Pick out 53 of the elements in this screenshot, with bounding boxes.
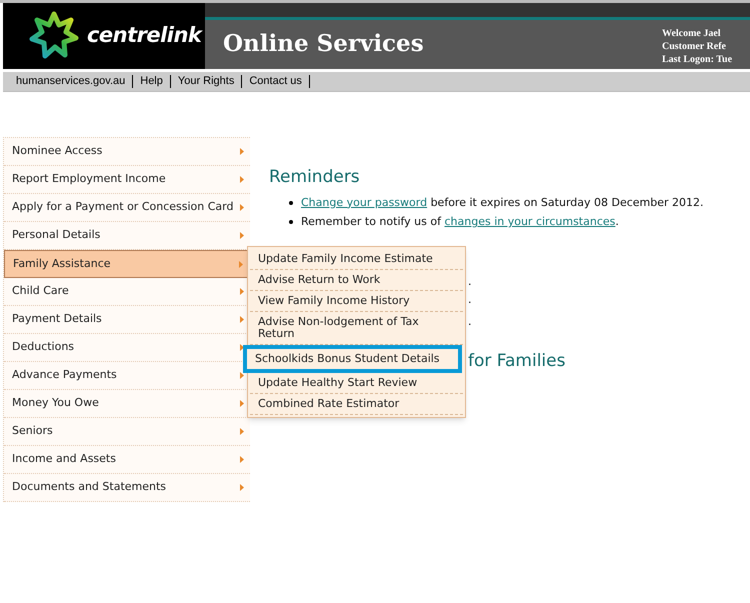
sidebar-item[interactable]: Nominee Access: [4, 138, 250, 166]
arrow-icon: [240, 344, 244, 351]
reminders-heading: Reminders: [269, 166, 361, 189]
text-fragment: .: [468, 292, 472, 308]
user-info-text: Last Logon: Tue: [662, 53, 734, 66]
nav-link[interactable]: Contact us: [242, 75, 310, 88]
arrow-icon: [240, 148, 244, 155]
sidebar-item[interactable]: Money You Owe: [4, 390, 250, 418]
text-fragment: .: [468, 314, 472, 330]
bullet-icon: [289, 220, 293, 224]
sidebar-item[interactable]: Personal Details: [4, 222, 250, 250]
arrow-icon: [240, 400, 244, 407]
arrow-icon: [240, 232, 244, 239]
sidebar-item[interactable]: Documents and Statements: [4, 474, 250, 502]
star-logo-icon: [29, 11, 79, 61]
sidebar-item[interactable]: Family Assistance: [4, 250, 250, 278]
reminder-link[interactable]: Change your password: [301, 196, 428, 208]
sidebar-item[interactable]: Income and Assets: [4, 446, 250, 474]
nav-link[interactable]: Your Rights: [170, 75, 242, 88]
submenu-item[interactable]: View Family Income History: [250, 291, 463, 312]
submenu-item[interactable]: Update Healthy Start Review: [250, 373, 463, 394]
section-heading: for Families: [468, 350, 566, 372]
sidebar-item[interactable]: Deductions: [4, 334, 250, 362]
reminder-link[interactable]: changes in your circumstances: [444, 215, 616, 228]
sidebar-item[interactable]: Advance Payments: [4, 362, 250, 390]
sidebar-item[interactable]: Child Care: [4, 278, 250, 306]
arrow-icon: [240, 316, 244, 323]
sidebar-item[interactable]: Report Employment Income: [4, 166, 250, 194]
bullet-icon: [289, 200, 293, 205]
sidebar-item[interactable]: Apply for a Payment or Concession Card: [4, 194, 250, 222]
submenu-item[interactable]: Schoolkids Bonus Student Details: [243, 345, 462, 373]
arrow-icon: [240, 372, 244, 379]
reminder-text: Remember to notify us of changes in your circumstances.: [301, 214, 619, 230]
arrow-icon: [240, 456, 244, 463]
text-fragment: .: [468, 274, 472, 290]
arrow-icon: [240, 428, 244, 435]
arrow-icon: [239, 260, 243, 268]
nav-link[interactable]: Help: [133, 75, 171, 88]
submenu-item[interactable]: Advise Return to Work: [250, 270, 463, 291]
nav-link[interactable]: humanservices.gov.au: [9, 75, 134, 88]
arrow-icon: [240, 288, 244, 295]
user-info-text: Welcome Jael: [662, 27, 722, 40]
logo-text: centrelink: [87, 22, 202, 50]
user-info-text: Customer Refe: [662, 40, 727, 53]
sidebar-item[interactable]: Seniors: [4, 418, 250, 446]
sidebar-item[interactable]: Payment Details: [4, 306, 250, 334]
submenu-item[interactable]: Combined Rate Estimator: [250, 394, 463, 415]
reminder-text: Change your password before it expires on Saturday 08 December 2012.: [301, 194, 704, 210]
submenu-item[interactable]: Update Family Income Estimate: [250, 249, 463, 270]
site-title: Online Services: [223, 29, 424, 60]
arrow-icon: [240, 484, 244, 491]
arrow-icon: [240, 176, 244, 183]
arrow-icon: [240, 204, 244, 211]
